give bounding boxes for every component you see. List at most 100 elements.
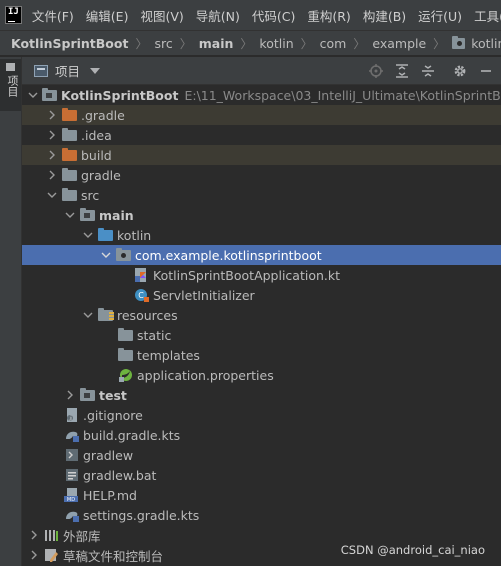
menu-navigate[interactable]: 导航(N)	[196, 6, 240, 25]
breadcrumb-src[interactable]: src	[154, 36, 172, 51]
tree-label: 外部库	[63, 528, 101, 544]
tree-label: application.properties	[137, 367, 274, 383]
breadcrumb-project[interactable]: KotlinSprintBoot	[11, 36, 128, 51]
tree-row-gitignore[interactable]: .i .gitignore	[22, 405, 501, 425]
tree-row-static[interactable]: static	[22, 325, 501, 345]
chevron-right-icon[interactable]	[46, 129, 58, 141]
source-root-folder-icon	[80, 208, 96, 222]
excluded-folder-icon	[62, 148, 78, 162]
breadcrumb-example[interactable]: example	[372, 36, 426, 51]
tree-row-app-properties[interactable]: application.properties	[22, 365, 501, 385]
tree-row-help-md[interactable]: MD HELP.md	[22, 485, 501, 505]
tree-label: test	[99, 387, 127, 403]
tree-row-settings-gradle[interactable]: settings.gradle.kts	[22, 505, 501, 525]
project-panel-header: 项目	[22, 57, 501, 85]
kotlin-file-icon	[134, 268, 150, 282]
tree-row-servlet[interactable]: C ServletInitializer	[22, 285, 501, 305]
tree-label: gradlew	[83, 447, 134, 463]
package-folder-icon	[452, 36, 466, 50]
breadcrumb-package[interactable]: kotlinsprintboot	[471, 36, 501, 51]
tree-label: .gradle	[81, 107, 125, 123]
tree-row-idea[interactable]: .idea	[22, 125, 501, 145]
tree-row-kotlin[interactable]: kotlin	[22, 225, 501, 245]
chevron-down-icon[interactable]	[90, 67, 101, 74]
tree-row-external-libs[interactable]: 外部库	[22, 525, 501, 545]
tree-row-test[interactable]: test	[22, 385, 501, 405]
spring-properties-icon	[118, 368, 134, 382]
tree-label: HELP.md	[83, 487, 137, 503]
watermark: CSDN @android_cai_niao	[340, 543, 485, 557]
tree-row-main[interactable]: main	[22, 205, 501, 225]
tree-row-src[interactable]: src	[22, 185, 501, 205]
chevron-right-icon[interactable]	[46, 149, 58, 161]
logo-text: IJ	[8, 7, 19, 17]
menu-file[interactable]: 文件(F)	[32, 6, 74, 25]
folder-icon	[118, 348, 134, 362]
locate-icon[interactable]	[368, 63, 384, 79]
collapse-all-icon[interactable]	[420, 63, 436, 79]
tree-label: gradle	[81, 167, 121, 183]
left-tool-stripe: 项目	[0, 57, 22, 566]
breadcrumb-main[interactable]: main	[199, 36, 234, 51]
shell-script-icon	[64, 448, 80, 462]
breadcrumb: KotlinSprintBoot 〉 src 〉 main 〉 kotlin 〉…	[0, 30, 501, 56]
chevron-right-icon: 〉	[179, 36, 192, 51]
menu-tools[interactable]: 工具(T)	[474, 6, 501, 25]
excluded-folder-icon	[62, 108, 78, 122]
chevron-down-icon[interactable]	[82, 229, 94, 241]
tree-row-app-file[interactable]: KotlinSprintBootApplication.kt	[22, 265, 501, 285]
tree-row-templates[interactable]: templates	[22, 345, 501, 365]
tree-row-gradle-hidden[interactable]: .gradle	[22, 105, 501, 125]
tree-row-build[interactable]: build	[22, 145, 501, 165]
tree-label: static	[137, 327, 172, 343]
menu-build[interactable]: 构建(B)	[363, 6, 406, 25]
chevron-right-icon[interactable]	[46, 109, 58, 121]
tree-row-gradlew[interactable]: gradlew	[22, 445, 501, 465]
menu-run[interactable]: 运行(U)	[418, 6, 462, 25]
breadcrumb-kotlin[interactable]: kotlin	[259, 36, 293, 51]
chevron-down-icon[interactable]	[82, 309, 94, 321]
chevron-down-icon[interactable]	[64, 209, 76, 221]
tree-label: resources	[117, 307, 178, 323]
tree-row-gradlew-bat[interactable]: gradlew.bat	[22, 465, 501, 485]
tree-row-build-gradle[interactable]: build.gradle.kts	[22, 425, 501, 445]
tree-row-root[interactable]: KotlinSprintBoot E:\11_Workspace\03_Inte…	[22, 85, 501, 105]
chevron-down-icon[interactable]	[28, 89, 38, 101]
menu-edit[interactable]: 编辑(E)	[86, 6, 129, 25]
chevron-down-icon[interactable]	[100, 249, 112, 261]
chevron-right-icon[interactable]	[28, 529, 40, 541]
gear-icon[interactable]	[452, 63, 468, 79]
breadcrumb-com[interactable]: com	[320, 36, 347, 51]
project-tool-tab-label: 项目	[6, 75, 19, 97]
folder-icon	[62, 168, 78, 182]
panel-title[interactable]: 项目	[55, 61, 80, 80]
menu-refactor[interactable]: 重构(R)	[307, 6, 350, 25]
minimize-icon[interactable]	[478, 63, 494, 79]
expand-all-icon[interactable]	[394, 63, 410, 79]
project-view-icon	[34, 64, 48, 77]
tree-row-gradle[interactable]: gradle	[22, 165, 501, 185]
chevron-right-icon[interactable]	[64, 389, 76, 401]
chevron-right-icon[interactable]	[46, 169, 58, 181]
tree-row-resources[interactable]: resources	[22, 305, 501, 325]
chevron-right-icon[interactable]	[28, 549, 40, 561]
project-tool-tab[interactable]: 项目	[0, 59, 21, 111]
gitignore-file-icon: .i	[64, 408, 80, 423]
folder-icon	[62, 188, 78, 202]
module-folder-icon	[42, 88, 58, 102]
source-folder-icon	[98, 228, 114, 242]
chevron-right-icon: 〉	[240, 36, 253, 51]
project-tree: KotlinSprintBoot E:\11_Workspace\03_Inte…	[22, 85, 501, 564]
chevron-down-icon[interactable]	[46, 189, 58, 201]
tree-row-package[interactable]: com.example.kotlinsprintboot	[22, 245, 501, 265]
test-folder-icon	[80, 388, 96, 402]
tree-label: templates	[137, 347, 200, 363]
menu-view[interactable]: 视图(V)	[140, 6, 183, 25]
tree-label: build	[81, 147, 112, 163]
chevron-right-icon: 〉	[353, 36, 366, 51]
chevron-right-icon: 〉	[135, 36, 148, 51]
chevron-right-icon: 〉	[433, 36, 446, 51]
markdown-file-icon: MD	[64, 488, 80, 503]
intellij-logo[interactable]: IJ	[5, 6, 22, 24]
menu-code[interactable]: 代码(C)	[252, 6, 295, 25]
